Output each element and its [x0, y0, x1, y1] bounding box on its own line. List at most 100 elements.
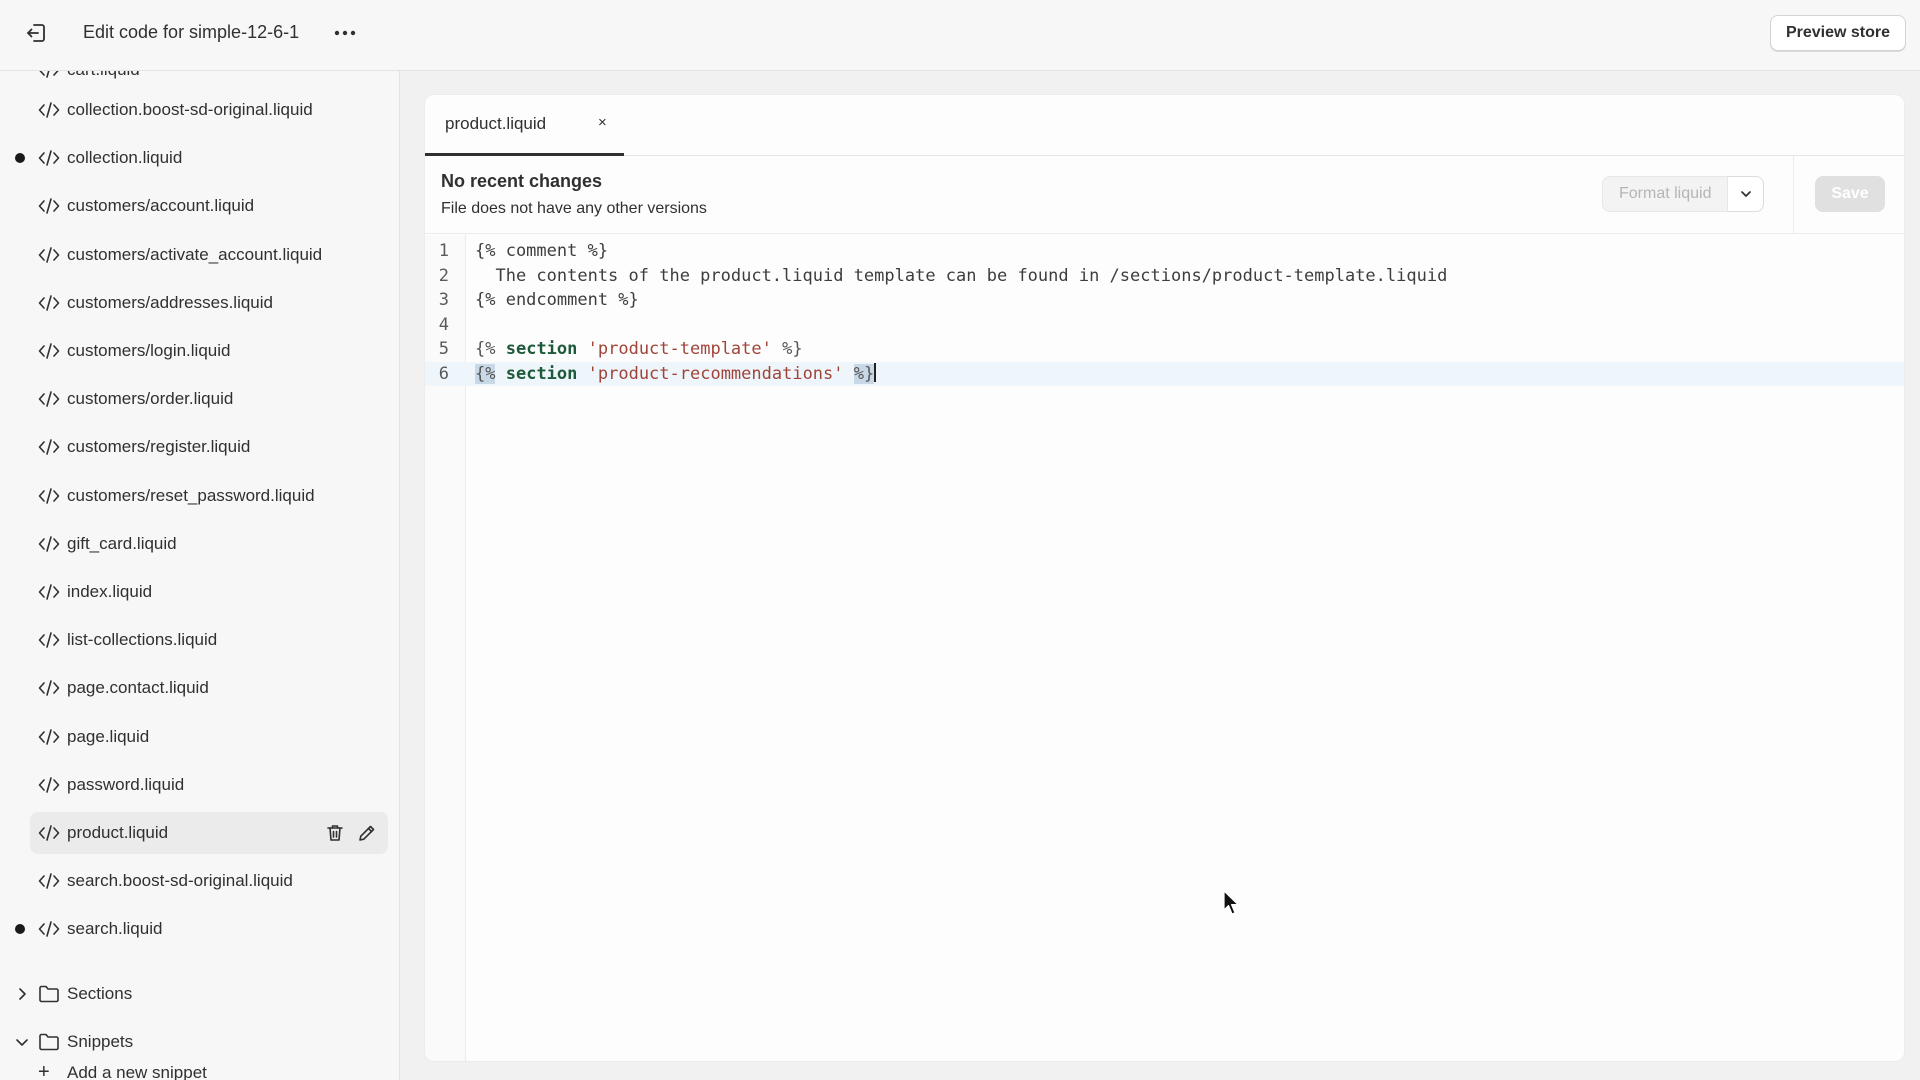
file-item[interactable]: search.boost-sd-original.liquid [30, 860, 388, 902]
rename-file-button[interactable] [356, 822, 378, 844]
line-number: 2 [438, 265, 449, 286]
file-item-active[interactable]: product.liquid [30, 812, 388, 854]
file-label: customers/order.liquid [67, 389, 234, 409]
file-sidebar: cart.liquid collection.boost-sd-original… [0, 71, 400, 1080]
code-line[interactable]: 3 {% endcomment %} [425, 288, 1904, 313]
code-icon [38, 343, 60, 359]
liquid-keyword: section [505, 363, 578, 384]
save-button[interactable]: Save [1815, 176, 1885, 212]
code-icon [38, 102, 60, 118]
file-item[interactable]: search.liquid [15, 908, 388, 950]
divider [1793, 156, 1794, 234]
code-line[interactable]: 5 {% section 'product-template' %} [425, 337, 1904, 362]
file-item[interactable]: customers/register.liquid [30, 426, 388, 468]
code-text: The contents of the product.liquid templ… [475, 265, 1448, 286]
folder-label: Snippets [67, 1032, 134, 1051]
file-item[interactable]: customers/addresses.liquid [30, 282, 388, 324]
code-icon [38, 680, 60, 697]
liquid-string: 'product-template' [587, 339, 772, 359]
code-icon [38, 776, 60, 793]
chevron-right-icon [19, 988, 26, 1000]
file-item[interactable]: customers/order.liquid [30, 378, 388, 420]
text-caret [874, 362, 877, 382]
row-actions [324, 822, 378, 844]
line-number: 6 [438, 363, 449, 384]
file-item[interactable]: customers/reset_password.liquid [30, 475, 388, 517]
trash-icon [327, 825, 343, 841]
tab-product-liquid[interactable]: product.liquid × [425, 95, 624, 156]
file-label: search.boost-sd-original.liquid [67, 871, 293, 891]
file-label: gift_card.liquid [67, 533, 177, 553]
file-label: collection.liquid [67, 148, 183, 168]
liquid-keyword: section [505, 339, 578, 359]
close-tab-icon[interactable]: × [598, 114, 607, 131]
format-options-button[interactable] [1728, 176, 1765, 212]
file-item[interactable]: collection.liquid [15, 137, 388, 179]
line-number: 5 [438, 339, 449, 359]
preview-store-button[interactable]: Preview store [1769, 15, 1906, 51]
code-line-current[interactable]: 6 {% section 'product-recommendations' %… [425, 361, 1904, 387]
code-icon [38, 150, 60, 166]
liquid-tag-open: {% [475, 339, 496, 359]
file-label: customers/login.liquid [67, 341, 231, 360]
folder-icon [39, 985, 59, 1003]
code-icon [39, 71, 59, 78]
more-actions-button[interactable] [330, 19, 360, 47]
folder-sections[interactable]: Sections [10, 973, 388, 1015]
code-text: {% endcomment %} [475, 290, 639, 310]
ellipsis-icon [334, 30, 356, 36]
file-item[interactable]: collection.boost-sd-original.liquid [30, 89, 388, 131]
file-label: collection.boost-sd-original.liquid [67, 100, 313, 119]
delete-file-button[interactable] [324, 822, 346, 844]
code-line[interactable]: 1 {% comment %} [425, 239, 1904, 264]
file-item[interactable]: customers/login.liquid [30, 330, 388, 372]
file-item-partial[interactable]: cart.liquid [30, 71, 388, 91]
chevron-down-icon [16, 1039, 28, 1046]
chevron-down-icon [1741, 191, 1751, 197]
status-title: No recent changes [441, 171, 603, 191]
code-icon [38, 728, 60, 745]
file-item[interactable]: page.liquid [30, 716, 388, 758]
file-item[interactable]: customers/activate_account.liquid [30, 234, 388, 276]
code-icon [38, 535, 60, 552]
file-label: index.liquid [67, 582, 153, 601]
code-icon [38, 584, 60, 600]
page-title: Edit code for simple-12-6-1 [83, 22, 300, 42]
code-icon [38, 391, 60, 407]
code-line[interactable]: 4 [425, 313, 1904, 338]
file-item[interactable]: list-collections.liquid [30, 619, 388, 661]
exit-button[interactable] [18, 17, 54, 49]
file-label: page.contact.liquid [67, 678, 209, 698]
file-label: customers/reset_password.liquid [67, 485, 315, 505]
file-item[interactable]: password.liquid [30, 764, 388, 806]
tab-label: product.liquid [445, 114, 547, 133]
line-number: 3 [438, 290, 449, 310]
file-label: page.liquid [67, 726, 150, 746]
status-subtitle: File does not have any other versions [441, 200, 707, 217]
file-item[interactable]: index.liquid [30, 571, 388, 613]
mouse-pointer-icon [1223, 890, 1239, 915]
code-line[interactable]: 2 The contents of the product.liquid tem… [425, 264, 1904, 289]
exit-icon [27, 24, 45, 42]
code-editor[interactable]: 1 {% comment %} 2 The contents of the pr… [425, 235, 1904, 1061]
file-label: search.liquid [67, 919, 163, 939]
format-liquid-button[interactable]: Format liquid [1602, 176, 1729, 212]
code-icon [38, 294, 60, 311]
liquid-tag-close: %} [782, 339, 803, 359]
code-text: {% section 'product-template' %} [475, 337, 803, 362]
file-label: customers/register.liquid [67, 437, 251, 457]
code-icon [38, 246, 60, 263]
file-label: customers/addresses.liquid [67, 292, 273, 312]
code-text: {% section 'product-recommendations' %} [475, 362, 877, 387]
pencil-icon [359, 825, 375, 841]
file-label: cart.liquid [67, 71, 140, 80]
unsaved-dot [15, 153, 25, 164]
code-icon [38, 825, 60, 841]
file-item[interactable]: page.contact.liquid [30, 667, 388, 709]
code-icon [38, 439, 60, 456]
folder-snippets[interactable]: Snippets [10, 1021, 388, 1063]
code-icon [38, 198, 60, 215]
folder-icon [39, 1033, 59, 1051]
file-item[interactable]: gift_card.liquid [30, 523, 388, 565]
file-item[interactable]: customers/account.liquid [30, 185, 388, 227]
